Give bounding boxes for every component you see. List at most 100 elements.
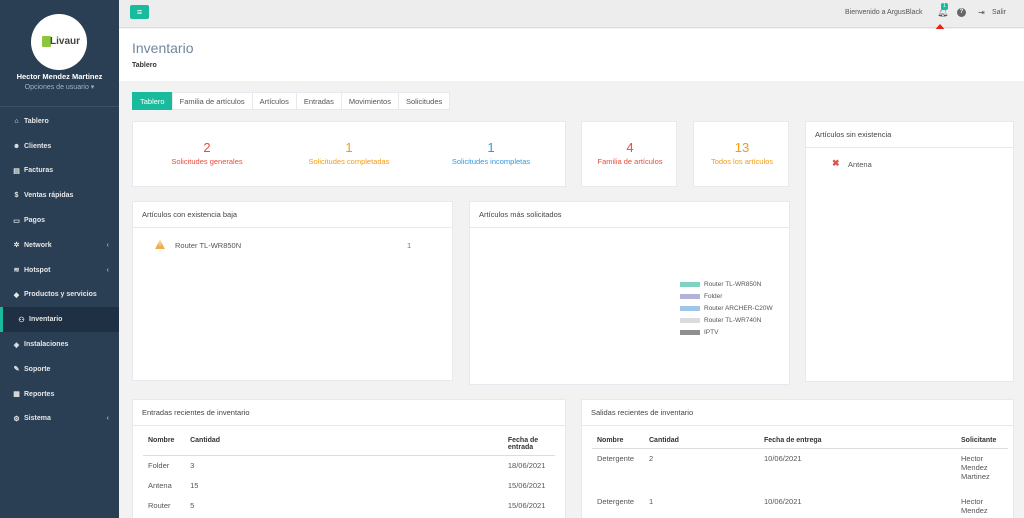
reportes-icon: ▦ xyxy=(13,391,20,399)
column-header[interactable]: Nombre xyxy=(592,433,644,449)
sidebar-item-tablero[interactable]: ⌂ Tablero xyxy=(0,109,119,134)
clientes-icon: ☻ xyxy=(12,142,21,150)
table-cell: Folder xyxy=(148,461,170,471)
tab-3[interactable]: Entradas xyxy=(295,92,342,110)
panel-title: Entradas recientes de inventario xyxy=(133,400,565,426)
panel-title: Artículos más solicitados xyxy=(470,202,789,228)
list-item: Antena xyxy=(848,160,872,169)
column-header[interactable]: Fecha de entrada xyxy=(502,433,555,456)
stat-solicitudes-incompletas[interactable]: 1 Solicitudes incompletas xyxy=(427,140,555,167)
sidebar-item-label: Inventario xyxy=(29,316,63,324)
stat-label: Solicitudes incompletas xyxy=(451,157,531,166)
legend-label: Router TL-WR850N xyxy=(704,280,762,288)
pagos-icon: ▭ xyxy=(13,217,20,225)
sidebar-item-network[interactable]: ✲ Network ‹ xyxy=(0,233,119,258)
legend-label: Router ARCHER-C20W xyxy=(704,304,773,312)
stat-number: 1 xyxy=(487,140,495,155)
page-title: Inventario xyxy=(132,40,194,56)
stat-label: Solicitudes completadas xyxy=(308,157,390,166)
table-cell: Router xyxy=(148,501,171,510)
sidebar-item-productos[interactable]: ◆ Productos y servicios xyxy=(0,283,119,308)
tab-0[interactable]: Tablero xyxy=(132,92,173,110)
logo: Livaur xyxy=(31,14,87,70)
network-icon: ✲ xyxy=(13,242,20,250)
productos-icon: ◆ xyxy=(13,291,20,299)
stat-familia-articulos[interactable]: 4 Familia de artículos xyxy=(582,140,678,167)
stat-solicitudes-generales[interactable]: 2 Solicitudes generales xyxy=(143,140,271,167)
chevron-left-icon: ‹ xyxy=(106,241,109,249)
table-cell: Hector Mendez Martinez xyxy=(961,454,990,481)
sidebar-item-clientes[interactable]: ☻ Clientes xyxy=(0,134,119,159)
table-row: Detergente 2 10/06/2021 Hector Mendez Marti… xyxy=(592,449,1008,492)
entradas-panel: Entradas recientes de inventario Nombre … xyxy=(132,399,566,518)
logout-link[interactable]: Salir xyxy=(992,9,1006,16)
sidebar-item-label: Clientes xyxy=(24,142,52,150)
todos-stats-panel: 13 Todos los artículos xyxy=(693,121,789,187)
column-header[interactable]: Cantidad xyxy=(644,433,759,449)
sidebar-item-label: Sistema xyxy=(24,415,51,423)
help-icon[interactable]: ? xyxy=(957,8,966,17)
panel-title: Salidas recientes de inventario xyxy=(582,400,1013,426)
table-cell: 10/06/2021 xyxy=(764,496,802,506)
salidas-table: Nombre Cantidad Fecha de entrega Solicit… xyxy=(592,433,1008,518)
sidebar-item-ventas-rapidas[interactable]: $ Ventas rápidas xyxy=(0,183,119,208)
salidas-panel: Salidas recientes de inventario Nombre C… xyxy=(581,399,1014,518)
chart-legend: Router TL-WR850N Folder Router ARCHER-C20W… xyxy=(680,278,773,338)
stat-todos-articulos[interactable]: 13 Todos los artículos xyxy=(694,141,790,167)
table-cell: 15 xyxy=(190,481,199,490)
legend-item[interactable]: Router TL-WR850N xyxy=(680,278,773,290)
sidebar-item-facturas[interactable]: ▤ Facturas xyxy=(0,159,119,184)
hotspot-icon: ≋ xyxy=(13,267,20,275)
legend-swatch xyxy=(680,329,700,335)
tab-bar: Tablero Familia de artículos Artículos Entr… xyxy=(132,92,451,110)
user-options-dropdown[interactable]: Opciones de usuario ▾ xyxy=(0,83,119,91)
sidebar-item-soporte[interactable]: ✎ Soporte xyxy=(0,357,119,382)
legend-item[interactable]: IPTV xyxy=(680,326,773,338)
sidebar-item-reportes[interactable]: ▦ Reportes xyxy=(0,382,119,407)
existencia-baja-panel: Artículos con existencia baja ! Router T… xyxy=(132,201,453,381)
divider xyxy=(0,106,119,107)
menu-toggle-button[interactable]: ≡ xyxy=(130,5,149,19)
tab-4[interactable]: Movimientos xyxy=(340,92,399,110)
sidebar-item-label: Reportes xyxy=(24,390,55,398)
sidebar-item-inventario[interactable]: ⚇ Inventario xyxy=(0,307,119,333)
warning-mark: ! xyxy=(159,242,161,248)
familia-stats-panel: 4 Familia de artículos xyxy=(581,121,677,187)
column-header[interactable]: Solicitante xyxy=(956,433,1008,449)
tablero-icon: ⌂ xyxy=(14,117,19,125)
legend-item[interactable]: Folder xyxy=(680,290,773,302)
table-cell: Antena xyxy=(148,481,172,490)
legend-item[interactable]: Router TL-WR740N xyxy=(680,314,773,326)
quantity-value: 1 xyxy=(407,241,412,250)
sidebar-item-instalaciones[interactable]: ◈ Instalaciones xyxy=(0,332,119,357)
stat-number: 1 xyxy=(345,140,353,155)
column-header[interactable]: Nombre xyxy=(143,433,186,456)
facturas-icon: ▤ xyxy=(13,167,20,175)
sidebar-item-sistema[interactable]: ⚙ Sistema ‹ xyxy=(0,407,119,432)
tab-1[interactable]: Familia de artículos xyxy=(171,92,253,110)
panel-title: Artículos sin existencia xyxy=(806,122,1013,148)
inventario-icon: ⚇ xyxy=(18,316,25,324)
table-row: Antena 15 15/06/2021 xyxy=(143,476,555,496)
stat-number: 4 xyxy=(626,140,634,155)
solicitudes-stats-panel: 2 Solicitudes generales 1 Solicitudes co… xyxy=(132,121,566,187)
legend-label: Router TL-WR740N xyxy=(704,316,762,324)
entradas-table: Nombre Cantidad Fecha de entrada Folder 3… xyxy=(143,433,555,516)
chevron-left-icon: ‹ xyxy=(106,266,109,274)
table-cell: Hector Mendez xyxy=(961,496,988,515)
stat-number: 2 xyxy=(203,140,211,155)
sidebar-item-hotspot[interactable]: ≋ Hotspot ‹ xyxy=(0,258,119,283)
sin-existencia-panel: Artículos sin existencia ✖ Antena xyxy=(805,121,1014,382)
tab-5[interactable]: Solicitudes xyxy=(397,92,451,110)
tab-2[interactable]: Artículos xyxy=(251,92,297,110)
legend-swatch xyxy=(680,305,700,311)
user-name: Hector Mendez Martinez xyxy=(16,72,103,81)
stat-solicitudes-completadas[interactable]: 1 Solicitudes completadas xyxy=(285,140,413,167)
column-header[interactable]: Fecha de entrega xyxy=(759,433,956,449)
logout-icon[interactable]: ⇥ xyxy=(978,8,985,17)
sidebar-item-pagos[interactable]: ▭ Pagos xyxy=(0,208,119,233)
legend-item[interactable]: Router ARCHER-C20W xyxy=(680,302,773,314)
sidebar-item-label: Instalaciones xyxy=(24,341,69,349)
column-header[interactable]: Cantidad xyxy=(185,433,503,456)
legend-label: IPTV xyxy=(704,328,719,336)
